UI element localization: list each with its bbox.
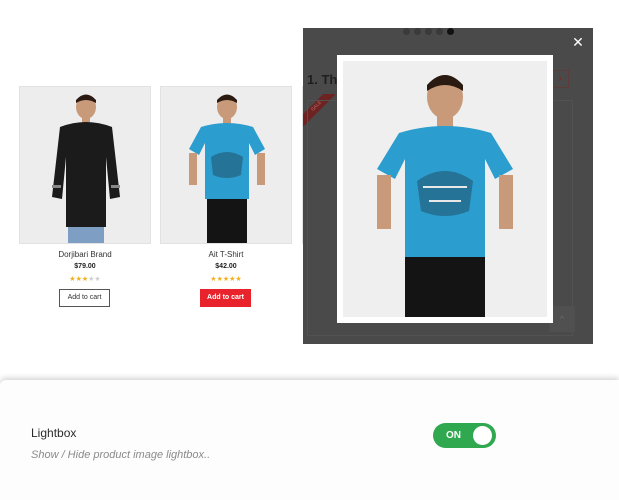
product-card[interactable]: Dorjibari Brand $79.00 ★★★★★ Add to cart	[19, 86, 151, 310]
setting-description: Show / Hide product image lightbox..	[31, 449, 211, 461]
slide-dot[interactable]	[403, 28, 410, 35]
product-name[interactable]: Dorjibari Brand	[19, 250, 151, 259]
lightbox-image	[343, 61, 547, 317]
product-name[interactable]: Ait T-Shirt	[160, 250, 292, 259]
product-card[interactable]: Ait T-Shirt $42.00 ★★★★★ Add to cart	[160, 86, 292, 310]
slide-dot-active[interactable]	[447, 28, 454, 35]
star-icon: ★	[235, 276, 242, 283]
settings-panel	[0, 380, 619, 500]
product-image[interactable]	[160, 86, 292, 244]
setting-title: Lightbox	[31, 426, 77, 440]
star-rating: ★★★★★	[19, 275, 151, 283]
slide-dot[interactable]	[436, 28, 443, 35]
slide-indicator	[403, 28, 454, 36]
model-photo	[161, 87, 291, 243]
toggle-knob[interactable]	[473, 426, 492, 445]
toggle-label: ON	[446, 430, 461, 441]
product-price: $79.00	[74, 263, 96, 270]
add-to-cart-button[interactable]: Add to cart	[59, 289, 110, 307]
add-to-cart-button[interactable]: Add to cart	[200, 289, 251, 307]
star-empty-icon: ★	[94, 276, 101, 283]
product-image[interactable]	[19, 86, 151, 244]
slide-dot[interactable]	[425, 28, 432, 35]
lightbox-toggle[interactable]: ON	[433, 423, 496, 448]
model-photo-large	[343, 61, 547, 317]
section-heading: 1. Th	[307, 72, 338, 87]
chevron-right-icon: ›	[551, 70, 569, 88]
star-rating: ★★★★★	[160, 275, 292, 283]
product-price: $42.00	[215, 263, 237, 270]
model-photo	[20, 87, 150, 243]
slide-dot[interactable]	[414, 28, 421, 35]
lightbox-image-frame	[337, 55, 553, 323]
close-icon[interactable]: ✕	[570, 34, 586, 50]
